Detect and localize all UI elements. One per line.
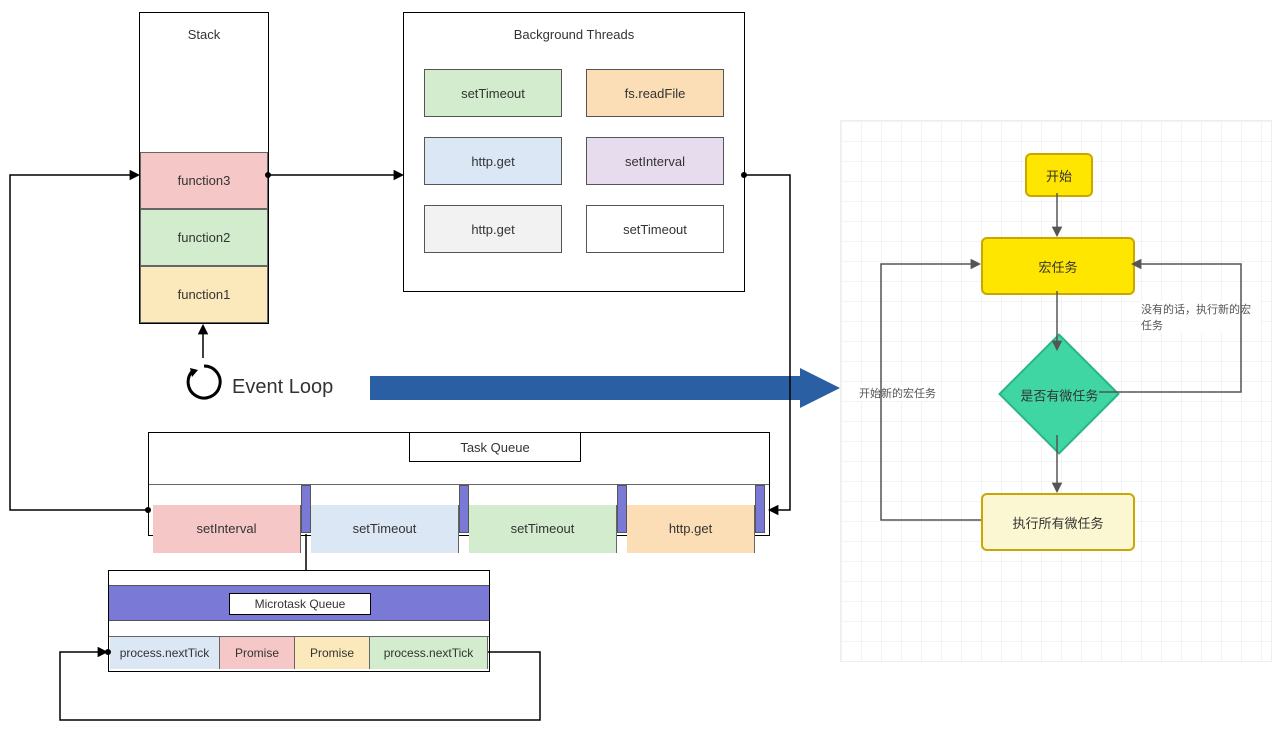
- diagram-canvas: Stack function3 function2 function1 Back…: [0, 0, 1280, 739]
- connectors-icon: [0, 0, 820, 739]
- flowchart-panel: 开始 宏任务 是否有微任务 执行所有微任务 开始新的宏任务 没有的话，执行新的宏…: [840, 120, 1272, 662]
- flow-connectors-icon: [841, 121, 1271, 661]
